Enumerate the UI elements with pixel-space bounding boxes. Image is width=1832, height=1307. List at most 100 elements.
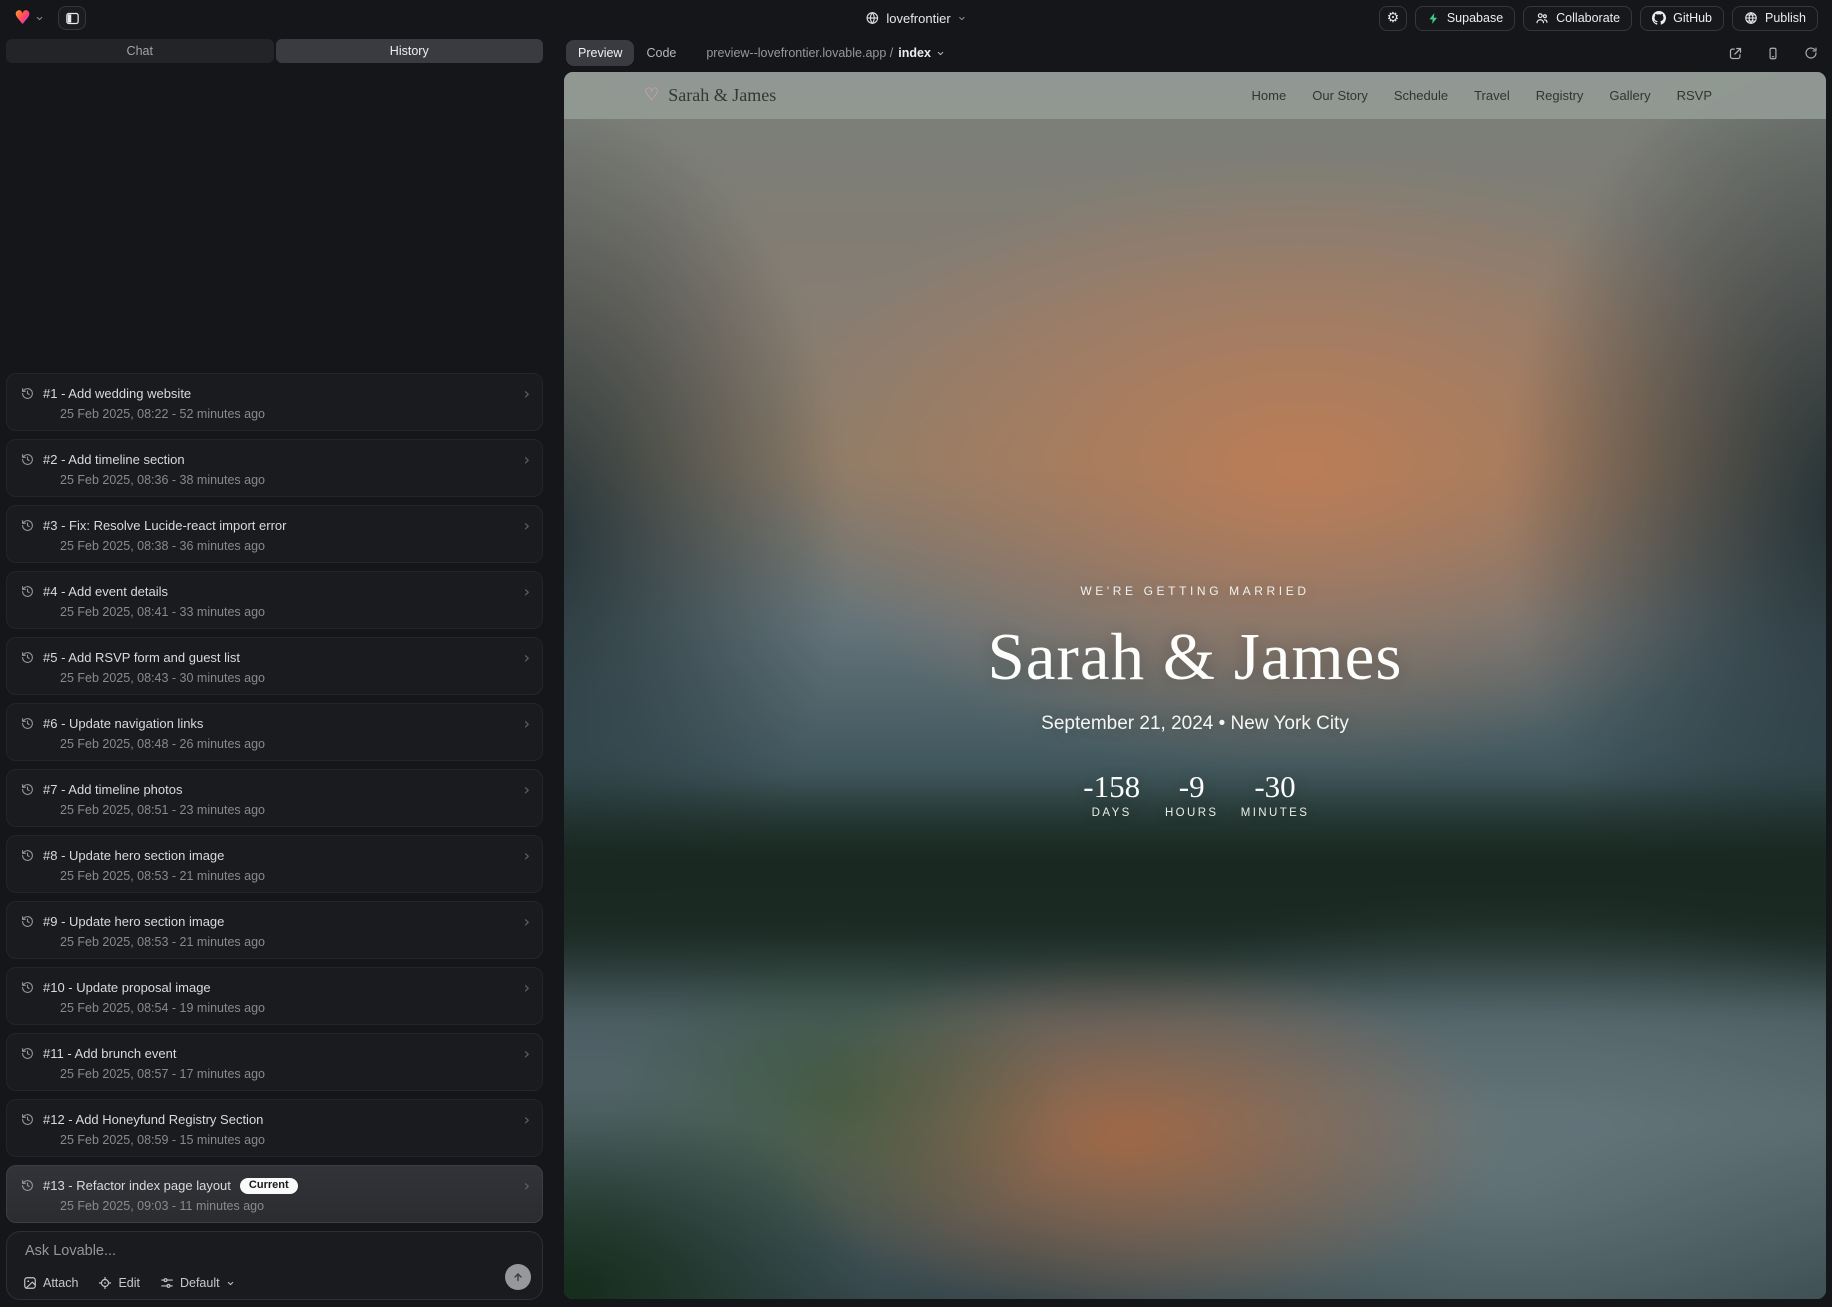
- topbar-center: lovefrontier: [865, 11, 966, 26]
- nav-link-home[interactable]: Home: [1252, 88, 1287, 103]
- history-item[interactable]: #13 - Refactor index page layout Current…: [6, 1165, 543, 1223]
- countdown-value: -30: [1254, 771, 1295, 802]
- history-item-timestamp: 25 Feb 2025, 08:41 - 33 minutes ago: [60, 605, 530, 619]
- chevron-right-icon[interactable]: ›: [524, 452, 530, 468]
- nav-link-gallery[interactable]: Gallery: [1609, 88, 1650, 103]
- publish-label: Publish: [1765, 11, 1806, 25]
- history-list: #1 - Add wedding website › 25 Feb 2025, …: [6, 63, 543, 1231]
- lovable-menu-button[interactable]: ♥: [14, 9, 44, 28]
- select-target-icon: [98, 1276, 112, 1290]
- edit-button[interactable]: Edit: [98, 1276, 140, 1290]
- countdown-value: -158: [1083, 771, 1140, 802]
- history-restore-icon: [21, 585, 34, 598]
- chevron-right-icon[interactable]: ›: [524, 1112, 530, 1128]
- history-item-timestamp: 25 Feb 2025, 09:03 - 11 minutes ago: [60, 1199, 530, 1213]
- countdown-unit: -158 DAYS: [1081, 771, 1143, 819]
- history-item[interactable]: #9 - Update hero section image › 25 Feb …: [6, 901, 543, 959]
- panel-left-icon: [65, 11, 80, 26]
- nav-link-our-story[interactable]: Our Story: [1312, 88, 1368, 103]
- history-item[interactable]: #3 - Fix: Resolve Lucide-react import er…: [6, 505, 543, 563]
- preview-toolbar-right: [1722, 40, 1824, 66]
- topbar-right: ⚙ Supabase Collaborate GitHub: [1379, 6, 1818, 31]
- history-restore-icon: [21, 1179, 34, 1192]
- chevron-right-icon[interactable]: ›: [524, 782, 530, 798]
- chevron-right-icon[interactable]: ›: [524, 650, 530, 666]
- history-item[interactable]: #4 - Add event details › 25 Feb 2025, 08…: [6, 571, 543, 629]
- chevron-right-icon[interactable]: ›: [524, 980, 530, 996]
- publish-button[interactable]: Publish: [1732, 6, 1818, 31]
- tab-preview[interactable]: Preview: [566, 40, 634, 66]
- chevron-down-icon: [936, 49, 945, 58]
- nav-link-schedule[interactable]: Schedule: [1394, 88, 1448, 103]
- tab-chat[interactable]: Chat: [6, 39, 274, 63]
- history-item-timestamp: 25 Feb 2025, 08:53 - 21 minutes ago: [60, 935, 530, 949]
- hero-title: Sarah & James: [988, 624, 1403, 691]
- history-item-timestamp: 25 Feb 2025, 08:59 - 15 minutes ago: [60, 1133, 530, 1147]
- hero-content: WE'RE GETTING MARRIED Sarah & James Sept…: [564, 584, 1826, 819]
- chevron-down-icon: [958, 14, 967, 23]
- tab-history[interactable]: History: [276, 39, 544, 63]
- github-button[interactable]: GitHub: [1640, 6, 1724, 31]
- preview-url-button[interactable]: preview--lovefrontier.lovable.app / inde…: [706, 46, 945, 60]
- chevron-right-icon[interactable]: ›: [524, 584, 530, 600]
- history-item[interactable]: #1 - Add wedding website › 25 Feb 2025, …: [6, 373, 543, 431]
- chevron-right-icon[interactable]: ›: [524, 386, 530, 402]
- send-button[interactable]: [505, 1264, 531, 1290]
- tab-code[interactable]: Code: [634, 40, 688, 66]
- project-switcher[interactable]: lovefrontier: [865, 11, 966, 26]
- history-item[interactable]: #5 - Add RSVP form and guest list › 25 F…: [6, 637, 543, 695]
- external-link-icon: [1728, 46, 1743, 61]
- collaborate-button[interactable]: Collaborate: [1523, 6, 1632, 31]
- github-label: GitHub: [1673, 11, 1712, 25]
- lovable-logo-icon: ♥: [14, 9, 31, 28]
- chevron-right-icon[interactable]: ›: [524, 1178, 530, 1194]
- refresh-button[interactable]: [1798, 40, 1824, 66]
- history-item[interactable]: #8 - Update hero section image › 25 Feb …: [6, 835, 543, 893]
- mode-select[interactable]: Default: [160, 1276, 235, 1290]
- chevron-right-icon[interactable]: ›: [524, 716, 530, 732]
- history-item[interactable]: #2 - Add timeline section › 25 Feb 2025,…: [6, 439, 543, 497]
- history-item-timestamp: 25 Feb 2025, 08:57 - 17 minutes ago: [60, 1067, 530, 1081]
- history-item[interactable]: #12 - Add Honeyfund Registry Section › 2…: [6, 1099, 543, 1157]
- history-item[interactable]: #10 - Update proposal image › 25 Feb 202…: [6, 967, 543, 1025]
- nav-link-travel[interactable]: Travel: [1474, 88, 1510, 103]
- history-restore-icon: [21, 387, 34, 400]
- chevron-down-icon: [35, 14, 44, 23]
- site-header: ♡ Sarah & James Home Our Story Schedule Tra…: [564, 72, 1826, 119]
- chevron-right-icon[interactable]: ›: [524, 1046, 530, 1062]
- history-item-timestamp: 25 Feb 2025, 08:54 - 19 minutes ago: [60, 1001, 530, 1015]
- countdown-unit: -30 MINUTES: [1241, 771, 1310, 819]
- nav-link-registry[interactable]: Registry: [1536, 88, 1584, 103]
- collaborate-label: Collaborate: [1556, 11, 1620, 25]
- composer[interactable]: Ask Lovable... Attach Edit: [6, 1231, 543, 1300]
- supabase-bolt-icon: [1427, 12, 1440, 25]
- history-item[interactable]: #6 - Update navigation links › 25 Feb 20…: [6, 703, 543, 761]
- topbar: ♥ lovefrontier: [0, 0, 1832, 36]
- publish-globe-icon: [1744, 11, 1758, 25]
- history-item-timestamp: 25 Feb 2025, 08:51 - 23 minutes ago: [60, 803, 530, 817]
- nav-link-rsvp[interactable]: RSVP: [1677, 88, 1712, 103]
- site-nav: Home Our Story Schedule Travel Registry Galle…: [1252, 88, 1712, 103]
- countdown-label: HOURS: [1165, 807, 1219, 819]
- history-item-title: #1 - Add wedding website: [43, 386, 191, 401]
- chevron-right-icon[interactable]: ›: [524, 914, 530, 930]
- countdown-label: MINUTES: [1241, 807, 1310, 819]
- attach-button[interactable]: Attach: [23, 1276, 78, 1290]
- chevron-right-icon[interactable]: ›: [524, 848, 530, 864]
- settings-button[interactable]: ⚙: [1379, 6, 1407, 31]
- preview-toolbar: Preview Code preview--lovefrontier.lovab…: [554, 36, 1832, 70]
- mobile-view-button[interactable]: [1760, 40, 1786, 66]
- history-item[interactable]: #11 - Add brunch event › 25 Feb 2025, 08…: [6, 1033, 543, 1091]
- arrow-up-icon: [512, 1271, 524, 1283]
- chevron-right-icon[interactable]: ›: [524, 518, 530, 534]
- supabase-button[interactable]: Supabase: [1415, 6, 1515, 31]
- open-in-new-window-button[interactable]: [1722, 40, 1748, 66]
- toggle-sidebar-button[interactable]: [58, 6, 86, 30]
- phone-icon: [1766, 46, 1780, 61]
- prompt-input[interactable]: Ask Lovable...: [25, 1243, 530, 1259]
- history-item-title: #4 - Add event details: [43, 584, 168, 599]
- panel-tabs: Chat History: [6, 39, 543, 63]
- site-brand[interactable]: ♡ Sarah & James: [644, 85, 776, 106]
- collaborate-users-icon: [1535, 11, 1549, 25]
- history-item[interactable]: #7 - Add timeline photos › 25 Feb 2025, …: [6, 769, 543, 827]
